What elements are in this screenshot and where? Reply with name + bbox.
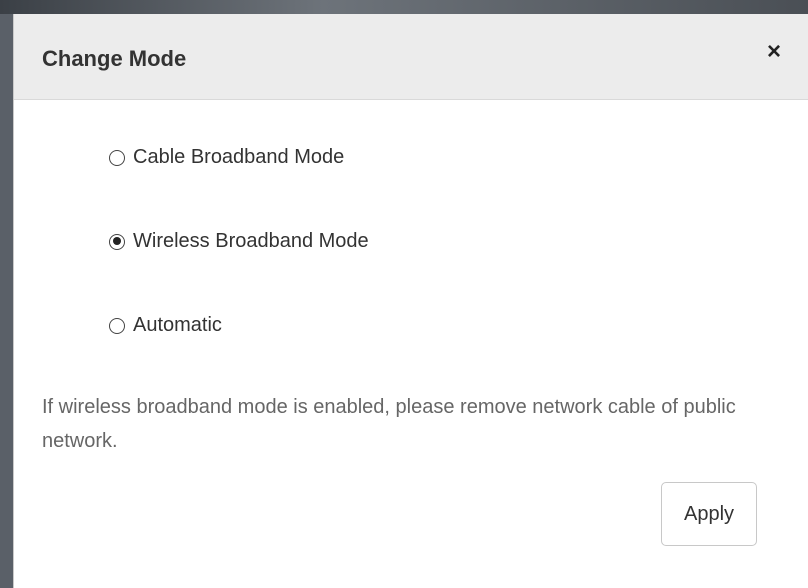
radio-unchecked-icon[interactable] [109, 317, 125, 334]
change-mode-dialog: Change Mode × Cable Broadband Mode Wirel… [13, 14, 808, 588]
radio-cable-broadband[interactable]: Cable Broadband Mode [109, 146, 344, 169]
radio-checked-icon[interactable] [109, 233, 125, 250]
dialog-header: Change Mode × [14, 14, 808, 100]
radio-label-automatic: Automatic [133, 314, 222, 336]
radio-label-cable-broadband: Cable Broadband Mode [133, 146, 345, 168]
radio-label-wireless-broadband: Wireless Broadband Mode [133, 230, 369, 252]
dialog-title: Change Mode [42, 46, 187, 71]
mode-note: If wireless broadband mode is enabled, p… [42, 396, 736, 452]
radio-wireless-broadband[interactable]: Wireless Broadband Mode [109, 230, 369, 253]
close-icon[interactable]: × [760, 38, 788, 66]
background-page [0, 0, 808, 14]
radio-automatic[interactable]: Automatic [109, 314, 222, 337]
apply-button[interactable]: Apply [661, 482, 757, 546]
radio-unchecked-icon[interactable] [109, 149, 125, 166]
